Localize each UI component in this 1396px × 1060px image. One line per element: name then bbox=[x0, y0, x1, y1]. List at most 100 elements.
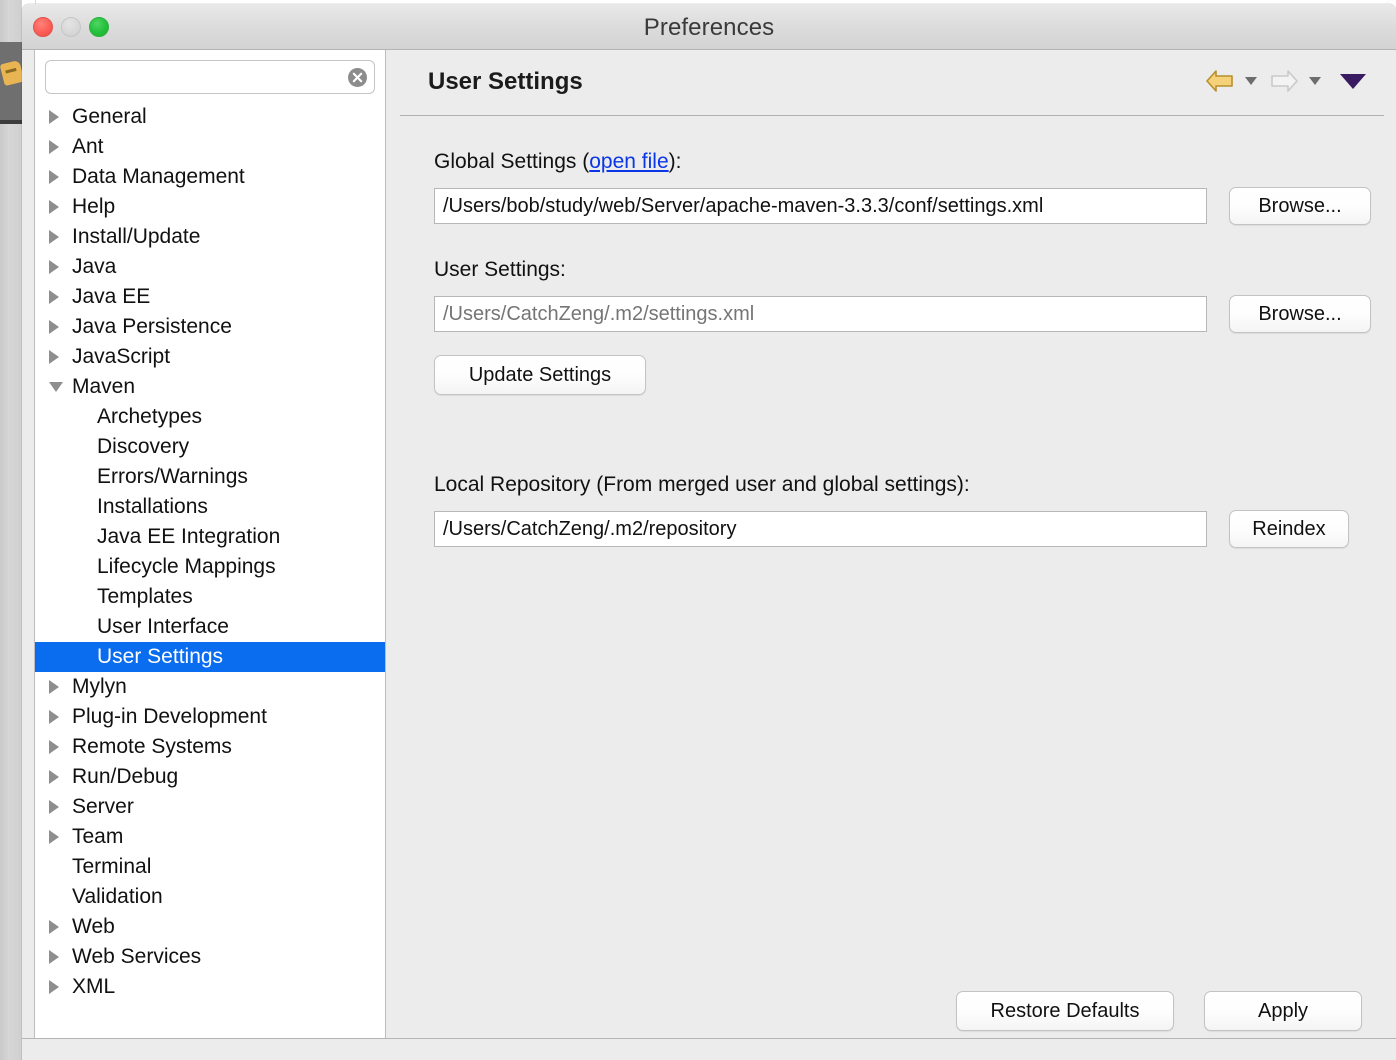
window-bottom-chrome bbox=[22, 1038, 1396, 1060]
sidebar-item-templates[interactable]: Templates bbox=[35, 582, 385, 612]
global-settings-input[interactable] bbox=[434, 188, 1207, 224]
sidebar-item-help[interactable]: Help bbox=[35, 192, 385, 222]
clear-search-icon[interactable] bbox=[348, 68, 367, 87]
sidebar-item-server[interactable]: Server bbox=[35, 792, 385, 822]
sidebar-item-label: General bbox=[72, 105, 147, 128]
forward-arrow-icon bbox=[1266, 66, 1302, 96]
sidebar-item-validation[interactable]: Validation bbox=[35, 882, 385, 912]
preferences-dialog: Preferences General Ant Data Management H bbox=[22, 4, 1396, 1060]
sidebar-item-user-interface[interactable]: User Interface bbox=[35, 612, 385, 642]
expand-triangle-icon[interactable] bbox=[49, 290, 71, 304]
expand-triangle-icon[interactable] bbox=[49, 800, 71, 814]
desktop-background: Preferences General Ant Data Management H bbox=[0, 0, 1396, 1060]
sidebar-item-remote-systems[interactable]: Remote Systems bbox=[35, 732, 385, 762]
expand-triangle-icon[interactable] bbox=[49, 140, 71, 154]
expand-triangle-icon[interactable] bbox=[49, 200, 71, 214]
local-repository-row: Reindex bbox=[434, 510, 1356, 548]
sidebar-item-xml[interactable]: XML bbox=[35, 972, 385, 1002]
sidebar-item-label: Templates bbox=[97, 585, 193, 608]
user-settings-browse-button[interactable]: Browse... bbox=[1229, 295, 1371, 333]
sidebar-item-label: Errors/Warnings bbox=[97, 465, 248, 488]
sidebar-item-javascript[interactable]: JavaScript bbox=[35, 342, 385, 372]
dialog-footer-buttons: Restore Defaults Apply bbox=[956, 991, 1362, 1031]
search-input[interactable] bbox=[45, 60, 375, 94]
sidebar-item-label: Maven bbox=[72, 375, 136, 398]
sidebar-item-label: Terminal bbox=[72, 855, 152, 878]
expand-triangle-icon[interactable] bbox=[49, 980, 71, 994]
user-settings-input[interactable] bbox=[434, 296, 1207, 332]
expand-triangle-icon[interactable] bbox=[49, 110, 71, 124]
expand-triangle-icon[interactable] bbox=[49, 770, 71, 784]
content-header: User Settings bbox=[400, 50, 1384, 116]
sidebar-item-web[interactable]: Web bbox=[35, 912, 385, 942]
global-settings-label-prefix: Global Settings ( bbox=[434, 150, 590, 173]
expand-triangle-icon[interactable] bbox=[49, 710, 71, 724]
apply-button[interactable]: Apply bbox=[1204, 991, 1362, 1031]
sidebar-item-label: Java Persistence bbox=[72, 315, 232, 338]
global-settings-row: Browse... bbox=[434, 187, 1371, 225]
sidebar-item-data-management[interactable]: Data Management bbox=[35, 162, 385, 192]
sidebar-item-ant[interactable]: Ant bbox=[35, 132, 385, 162]
expand-triangle-icon[interactable] bbox=[49, 320, 71, 334]
sidebar-item-label: Ant bbox=[72, 135, 104, 158]
forward-dropdown-chevron-down-icon[interactable] bbox=[1309, 77, 1321, 85]
sidebar-item-installations[interactable]: Installations bbox=[35, 492, 385, 522]
expand-triangle-icon[interactable] bbox=[49, 230, 71, 244]
sidebar-item-run-debug[interactable]: Run/Debug bbox=[35, 762, 385, 792]
sidebar-item-java-persistence[interactable]: Java Persistence bbox=[35, 312, 385, 342]
expand-triangle-icon[interactable] bbox=[49, 920, 71, 934]
sidebar-item-mylyn[interactable]: Mylyn bbox=[35, 672, 385, 702]
preferences-tree: General Ant Data Management Help Install/Upd… bbox=[35, 100, 385, 1002]
update-settings-button[interactable]: Update Settings bbox=[434, 355, 646, 395]
sidebar-item-lifecycle-mappings[interactable]: Lifecycle Mappings bbox=[35, 552, 385, 582]
window-titlebar: Preferences bbox=[22, 4, 1396, 50]
sidebar-item-discovery[interactable]: Discovery bbox=[35, 432, 385, 462]
expand-triangle-icon[interactable] bbox=[49, 170, 71, 184]
sidebar-item-label: JavaScript bbox=[72, 345, 171, 368]
global-settings-browse-button[interactable]: Browse... bbox=[1229, 187, 1371, 225]
sidebar-item-web-services[interactable]: Web Services bbox=[35, 942, 385, 972]
sidebar-item-java-ee[interactable]: Java EE bbox=[35, 282, 385, 312]
sidebar-item-maven[interactable]: Maven bbox=[35, 372, 385, 402]
sidebar-item-archetypes[interactable]: Archetypes bbox=[35, 402, 385, 432]
window-title: Preferences bbox=[643, 14, 775, 41]
view-menu-triangle-icon[interactable] bbox=[1340, 73, 1366, 89]
page-title: User Settings bbox=[428, 68, 583, 95]
expand-triangle-icon[interactable] bbox=[49, 740, 71, 754]
sidebar-item-install-update[interactable]: Install/Update bbox=[35, 222, 385, 252]
sidebar-item-label: Install/Update bbox=[72, 225, 201, 248]
open-file-link[interactable]: open file bbox=[589, 150, 668, 173]
sidebar-item-user-settings[interactable]: User Settings bbox=[35, 642, 385, 672]
local-repository-label: Local Repository (From merged user and g… bbox=[434, 473, 970, 496]
sidebar-item-label: Team bbox=[72, 825, 124, 848]
expand-triangle-icon[interactable] bbox=[49, 950, 71, 964]
sidebar-item-label: Java EE Integration bbox=[97, 525, 281, 548]
sidebar-item-label: Help bbox=[72, 195, 116, 218]
sidebar-item-label: Server bbox=[72, 795, 134, 818]
sidebar-item-label: Web Services bbox=[72, 945, 202, 968]
sidebar-item-team[interactable]: Team bbox=[35, 822, 385, 852]
back-arrow-icon[interactable] bbox=[1202, 66, 1238, 96]
sidebar-item-java-ee-integration[interactable]: Java EE Integration bbox=[35, 522, 385, 552]
sidebar-item-label: Archetypes bbox=[97, 405, 203, 428]
sidebar-item-plug-in-development[interactable]: Plug-in Development bbox=[35, 702, 385, 732]
local-repository-input[interactable] bbox=[434, 511, 1207, 547]
sidebar-item-label: Installations bbox=[97, 495, 208, 518]
sidebar-item-general[interactable]: General bbox=[35, 102, 385, 132]
expand-triangle-icon[interactable] bbox=[49, 830, 71, 844]
sidebar-item-errors-warnings[interactable]: Errors/Warnings bbox=[35, 462, 385, 492]
back-dropdown-chevron-down-icon[interactable] bbox=[1245, 77, 1257, 85]
sidebar-item-label: User Settings bbox=[97, 645, 224, 668]
expand-triangle-icon[interactable] bbox=[49, 350, 71, 364]
sidebar-item-java[interactable]: Java bbox=[35, 252, 385, 282]
sidebar-item-label: Data Management bbox=[72, 165, 245, 188]
update-settings-row: Update Settings bbox=[434, 355, 1356, 395]
reindex-button[interactable]: Reindex bbox=[1229, 510, 1349, 548]
sidebar-item-terminal[interactable]: Terminal bbox=[35, 852, 385, 882]
sidebar-item-label: Plug-in Development bbox=[72, 705, 267, 728]
expand-triangle-icon[interactable] bbox=[49, 680, 71, 694]
collapse-triangle-icon[interactable] bbox=[49, 382, 71, 392]
dialog-body: General Ant Data Management Help Install/Upd… bbox=[22, 50, 1396, 1060]
restore-defaults-button[interactable]: Restore Defaults bbox=[956, 991, 1174, 1031]
expand-triangle-icon[interactable] bbox=[49, 260, 71, 274]
